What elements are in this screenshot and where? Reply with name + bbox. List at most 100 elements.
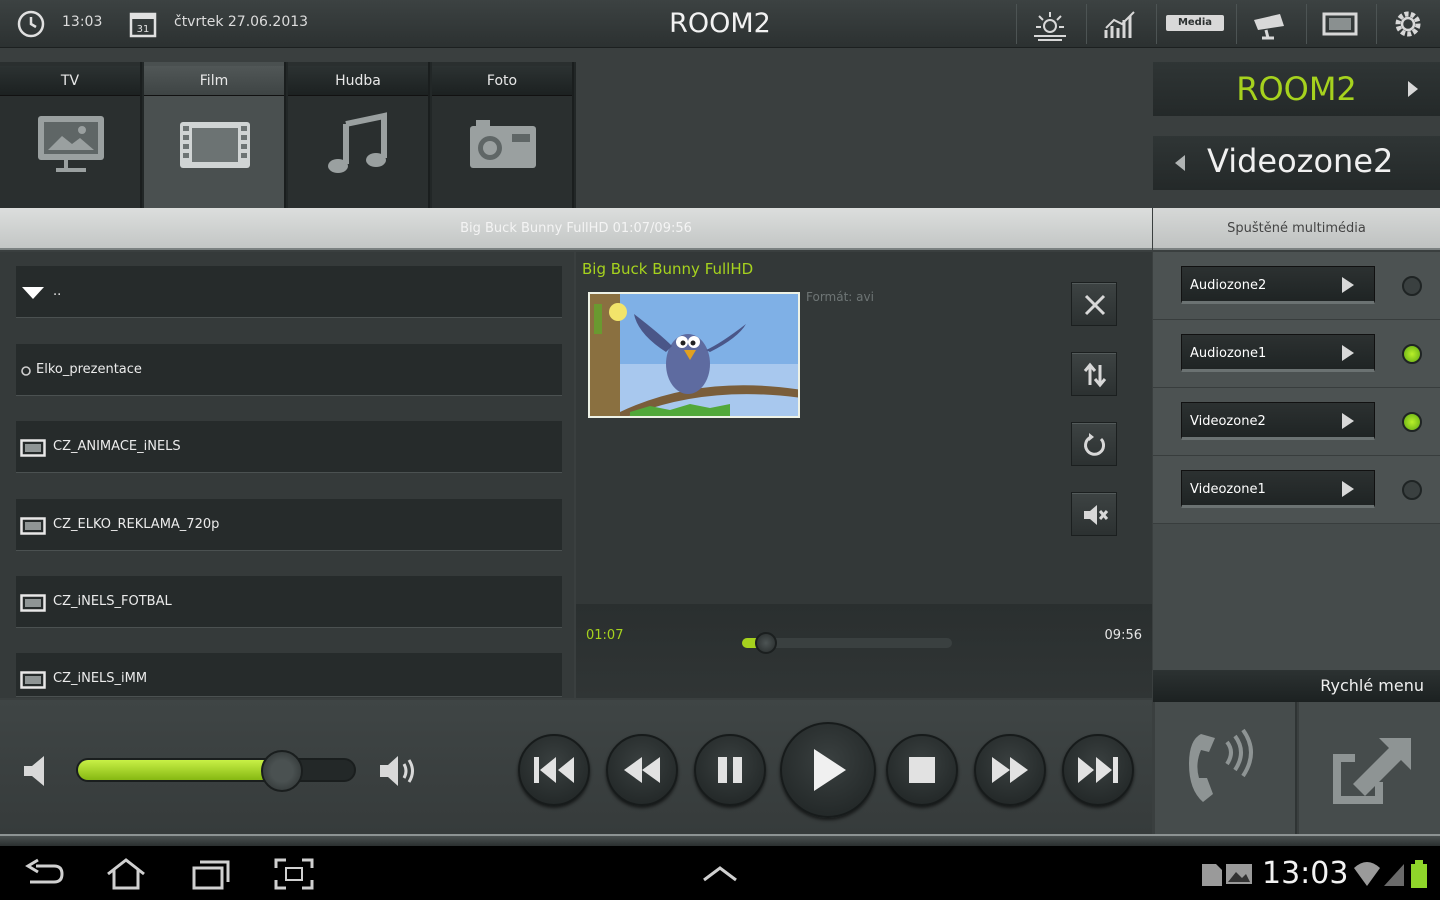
pause-icon	[718, 757, 742, 783]
quick-menu-label: Rychlé menu	[1320, 676, 1424, 695]
list-item[interactable]: CZ_ANIMACE_iNELS	[16, 421, 562, 473]
close-button[interactable]	[1071, 282, 1117, 326]
list-item-label: ..	[53, 284, 62, 299]
screenshot-icon[interactable]	[272, 858, 316, 890]
player-panel: Big Buck Bunny FullHD Formát: avi 01:07 …	[576, 252, 1152, 698]
stop-icon	[909, 757, 935, 783]
music-icon	[328, 112, 387, 173]
mute-button[interactable]	[1071, 492, 1117, 536]
progress-track[interactable]	[742, 632, 952, 654]
separator	[1236, 4, 1237, 44]
intercom-button[interactable]	[1155, 702, 1297, 834]
volume-low-icon[interactable]	[20, 754, 50, 788]
output-row: Audiozone2	[1153, 252, 1440, 320]
separator	[1016, 4, 1017, 44]
skip-previous-button[interactable]	[518, 734, 590, 806]
now-playing-bar: Big Buck Bunny FullHD 01:07/09:56	[0, 208, 1152, 250]
media-format: Formát: avi	[806, 290, 874, 304]
output-row: Videozone2	[1153, 388, 1440, 456]
tab-label: TV	[0, 66, 140, 96]
bird-thumbnail-image	[590, 294, 798, 416]
weather-icon[interactable]	[1030, 6, 1070, 42]
mute-icon	[1084, 505, 1109, 525]
up-chevron-icon[interactable]	[698, 858, 742, 890]
media-type-tabs: TV Film Hudba Foto	[0, 62, 576, 208]
total-time: 09:56	[1104, 628, 1142, 643]
external-link-button[interactable]	[1299, 702, 1440, 834]
battery-icon	[1411, 860, 1427, 888]
progress-handle[interactable]	[754, 632, 777, 654]
file-list[interactable]: .. Elko_prezentace CZ_ANIMACE_iNELS CZ_E…	[0, 252, 574, 698]
output-radio[interactable]	[1402, 412, 1422, 432]
fast-forward-button[interactable]	[974, 734, 1046, 806]
repeat-button[interactable]	[1071, 422, 1117, 466]
separator	[1156, 4, 1157, 44]
settings-gear-icon[interactable]	[1388, 6, 1428, 42]
playback-controls	[0, 700, 1152, 834]
chart-icon[interactable]	[1100, 6, 1140, 42]
chevron-left-icon	[1175, 155, 1185, 171]
sort-button[interactable]	[1071, 352, 1117, 396]
tv-icon	[38, 116, 104, 172]
output-row: Audiozone1	[1153, 320, 1440, 388]
skip-previous-icon	[534, 757, 574, 783]
video-file-icon	[20, 517, 46, 535]
sd-card-icon	[1202, 864, 1222, 886]
video-file-icon	[20, 594, 46, 612]
video-thumbnail[interactable]	[588, 292, 800, 418]
top-status-bar: 13:03 31 čtvrtek 27.06.2013 ROOM2 Media	[0, 0, 1440, 48]
list-item-label: CZ_ANIMACE_iNELS	[53, 439, 181, 454]
list-item[interactable]: CZ_ELKO_REKLAMA_720p	[16, 499, 562, 551]
skip-next-button[interactable]	[1062, 734, 1134, 806]
output-button-videozone2[interactable]: Videozone2	[1181, 402, 1375, 440]
output-radio[interactable]	[1402, 344, 1422, 364]
rewind-icon	[624, 757, 660, 783]
list-item[interactable]: CZ_iNELS_iMM	[16, 653, 562, 697]
current-time: 01:07	[586, 628, 624, 643]
quick-menu-header: Rychlé menu	[1153, 670, 1440, 702]
chevron-right-icon	[1342, 481, 1354, 497]
external-link-icon	[1333, 738, 1411, 804]
system-clock: 13:03	[1262, 856, 1349, 891]
stop-button[interactable]	[886, 734, 958, 806]
pause-button[interactable]	[694, 734, 766, 806]
back-icon[interactable]	[22, 858, 66, 890]
tab-hudba[interactable]: Hudba	[288, 62, 430, 208]
volume-slider[interactable]	[76, 750, 356, 792]
output-radio[interactable]	[1402, 480, 1422, 500]
home-icon[interactable]	[104, 858, 148, 890]
list-item-label: CZ_ELKO_REKLAMA_720p	[53, 517, 220, 532]
header-time: 13:03	[62, 14, 103, 30]
tab-foto[interactable]: Foto	[432, 62, 574, 208]
tab-label: Foto	[432, 66, 572, 96]
sort-icon	[1083, 362, 1107, 388]
volume-high-icon[interactable]	[378, 752, 420, 790]
camera-security-icon[interactable]	[1250, 6, 1290, 42]
recent-apps-icon[interactable]	[188, 858, 232, 890]
zone-selector[interactable]: Videozone2	[1153, 136, 1440, 190]
media-icon[interactable]: Media	[1166, 6, 1224, 42]
output-label: Audiozone2	[1190, 278, 1267, 293]
list-item[interactable]: CZ_iNELS_FOTBAL	[16, 576, 562, 628]
room-selector[interactable]: ROOM2	[1153, 62, 1440, 116]
output-label: Audiozone1	[1190, 346, 1267, 361]
rewind-button[interactable]	[606, 734, 678, 806]
output-button-audiozone2[interactable]: Audiozone2	[1181, 266, 1375, 304]
running-media-list: Audiozone2 Audiozone1 Videozone2 Videozo…	[1153, 252, 1440, 670]
tab-label: Hudba	[288, 66, 428, 96]
list-item-parent-folder[interactable]: ..	[16, 266, 562, 318]
clock-icon	[17, 10, 45, 38]
separator	[1086, 4, 1087, 44]
chevron-right-icon	[1342, 413, 1354, 429]
output-radio[interactable]	[1402, 276, 1422, 296]
running-media-header: Spuštěné multimédia	[1153, 208, 1440, 250]
list-item[interactable]: Elko_prezentace	[16, 344, 562, 396]
tab-tv[interactable]: TV	[0, 62, 142, 208]
play-button[interactable]	[780, 722, 876, 818]
output-button-audiozone1[interactable]: Audiozone1	[1181, 334, 1375, 372]
screen-icon[interactable]	[1320, 6, 1360, 42]
volume-handle[interactable]	[261, 750, 304, 792]
svg-text:31: 31	[137, 24, 150, 35]
tab-film[interactable]: Film	[144, 62, 286, 208]
output-button-videozone1[interactable]: Videozone1	[1181, 470, 1375, 508]
